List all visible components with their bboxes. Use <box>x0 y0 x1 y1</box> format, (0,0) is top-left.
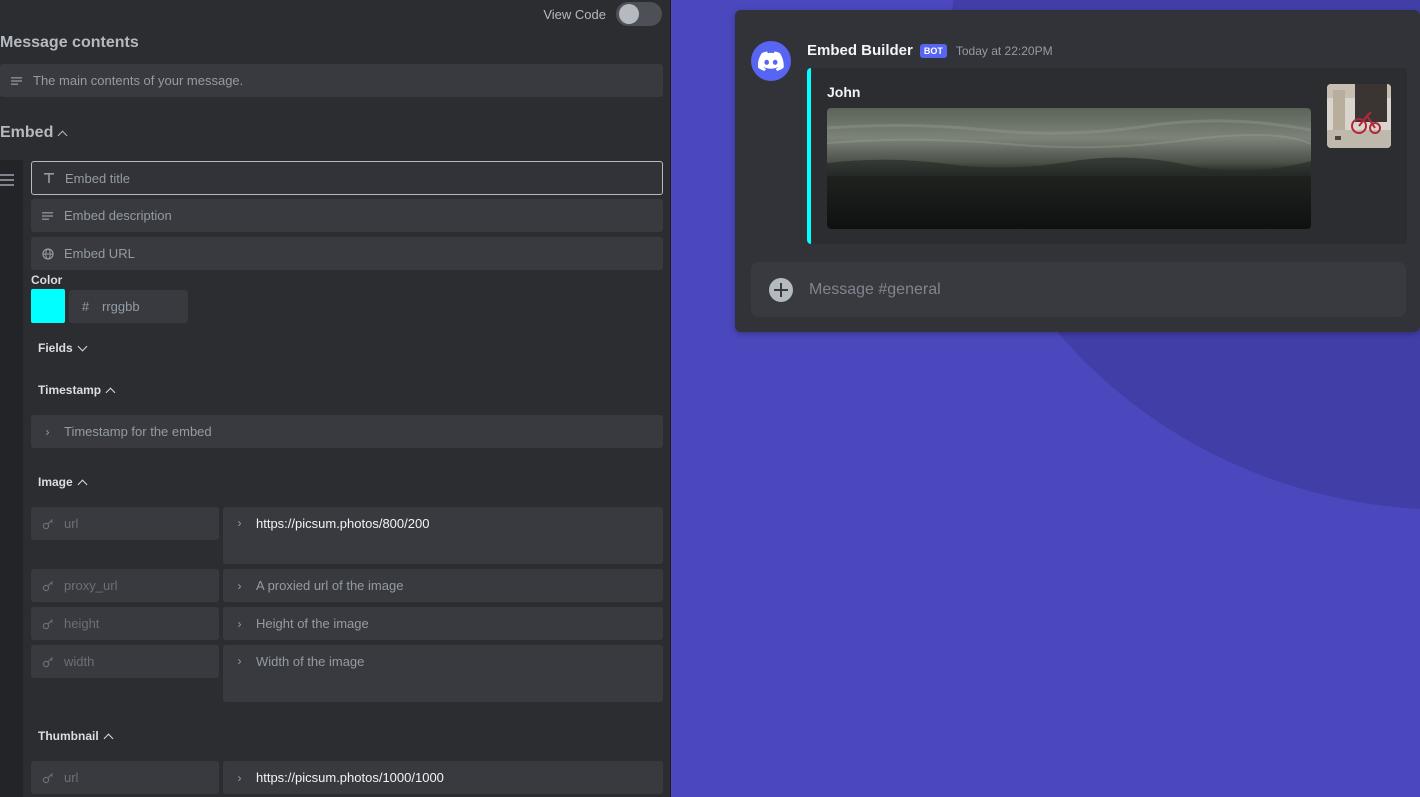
image-height-placeholder: Height of the image <box>256 616 369 631</box>
image-key-height[interactable]: height <box>31 607 219 640</box>
timestamp-placeholder: Timestamp for the embed <box>64 424 212 439</box>
embed-description-input[interactable]: Embed description <box>31 199 663 232</box>
timestamp-label: Timestamp <box>38 383 102 397</box>
text-lines-icon <box>41 209 54 222</box>
key-icon <box>41 579 54 592</box>
message-content-placeholder: The main contents of your message. <box>33 73 244 88</box>
embed-title-input[interactable]: Embed title <box>31 161 663 195</box>
message-contents-title: Message contents <box>0 34 139 51</box>
discord-message-preview: Embed Builder BOT Today at 22:20PM John <box>735 10 1420 332</box>
image-url-value: https://picsum.photos/800/200 <box>256 516 430 531</box>
globe-icon <box>41 247 54 260</box>
chevron-right-icon: › <box>237 515 242 530</box>
chevron-up-icon <box>77 479 88 489</box>
embed-card: John <box>807 68 1407 244</box>
view-code-toggle[interactable] <box>616 2 662 26</box>
image-label: Image <box>38 475 73 489</box>
chevron-right-icon: › <box>45 424 50 439</box>
embed-image[interactable] <box>827 108 1311 229</box>
thumbnail-label: Thumbnail <box>38 729 99 743</box>
embed-url-input[interactable]: Embed URL <box>31 237 663 270</box>
chevron-right-icon: › <box>237 578 242 593</box>
message-content-input[interactable]: The main contents of your message. <box>0 64 663 97</box>
toggle-knob <box>619 4 639 24</box>
image-key-width[interactable]: width <box>31 645 219 678</box>
chevron-right-icon: › <box>237 653 242 668</box>
image-width-placeholder: Width of the image <box>256 654 365 669</box>
embed-title-placeholder: Embed title <box>65 170 131 186</box>
image-key-proxy-url-label: proxy_url <box>64 578 118 593</box>
key-icon <box>41 655 54 668</box>
view-code-label: View Code <box>543 6 606 22</box>
bot-badge: BOT <box>919 43 947 58</box>
author-row: Embed Builder BOT Today at 22:20PM <box>807 42 1053 59</box>
chevron-down-icon <box>77 341 88 352</box>
image-url-input[interactable]: › https://picsum.photos/800/200 <box>223 507 663 564</box>
add-attachment-icon[interactable] <box>769 277 793 302</box>
embed-description-placeholder: Embed description <box>64 208 172 223</box>
embed-thumbnail[interactable] <box>1327 84 1391 148</box>
drag-handle-icon[interactable] <box>0 174 14 186</box>
image-key-width-label: width <box>64 654 95 669</box>
image-key-proxy-url[interactable]: proxy_url <box>31 569 219 602</box>
key-icon <box>41 617 54 630</box>
image-width-input[interactable]: › Width of the image <box>223 645 663 702</box>
view-code-toggle-group: View Code <box>543 2 662 26</box>
color-hex-placeholder: rrggbb <box>102 299 140 314</box>
image-key-url[interactable]: url <box>31 507 219 540</box>
editor-panel: View Code Message contents The main cont… <box>0 0 671 797</box>
image-proxy-url-input[interactable]: › A proxied url of the image <box>223 569 663 602</box>
thumbnail-url-input[interactable]: › https://picsum.photos/1000/1000 <box>223 761 663 794</box>
bot-avatar[interactable] <box>751 41 791 81</box>
fields-section-header[interactable]: Fields <box>38 341 88 355</box>
color-label: Color <box>31 273 63 287</box>
color-hex-input[interactable]: # rrggbb <box>69 290 188 323</box>
message-timestamp: Today at 22:20PM <box>955 43 1053 58</box>
image-height-input[interactable]: › Height of the image <box>223 607 663 640</box>
hash-icon: # <box>81 299 90 314</box>
key-icon <box>41 771 54 784</box>
timestamp-section-header[interactable]: Timestamp <box>38 383 116 397</box>
color-swatch[interactable] <box>31 289 65 323</box>
thumbnail-url-value: https://picsum.photos/1000/1000 <box>256 770 444 785</box>
chevron-right-icon: › <box>237 770 242 785</box>
embed-drag-rail[interactable] <box>0 160 23 797</box>
message-input-placeholder: Message #general <box>809 280 941 298</box>
embed-name: John <box>827 84 861 100</box>
embed-url-placeholder: Embed URL <box>64 246 135 261</box>
text-lines-icon <box>10 74 23 87</box>
key-icon <box>41 517 54 530</box>
embed-section-header[interactable]: Embed <box>0 124 68 142</box>
thumbnail-key-url[interactable]: url <box>31 761 219 794</box>
image-key-height-label: height <box>64 616 100 631</box>
preview-panel: Embed Builder BOT Today at 22:20PM John <box>671 0 1420 797</box>
chevron-up-icon <box>103 733 114 743</box>
chevron-up-icon <box>105 387 116 397</box>
message-input[interactable]: Message #general <box>751 262 1406 317</box>
fields-label: Fields <box>38 341 73 355</box>
timestamp-input[interactable]: › Timestamp for the embed <box>31 415 663 448</box>
text-format-icon <box>42 172 55 185</box>
image-key-url-label: url <box>64 516 79 531</box>
chevron-up-icon <box>57 130 68 140</box>
thumbnail-key-url-label: url <box>64 770 79 785</box>
author-name[interactable]: Embed Builder <box>807 42 913 59</box>
discord-logo-icon <box>758 51 784 71</box>
thumbnail-section-header[interactable]: Thumbnail <box>38 729 114 743</box>
embed-section-title: Embed <box>0 124 54 141</box>
chevron-right-icon: › <box>237 616 242 631</box>
image-section-header[interactable]: Image <box>38 475 88 489</box>
image-proxy-url-placeholder: A proxied url of the image <box>256 578 404 593</box>
